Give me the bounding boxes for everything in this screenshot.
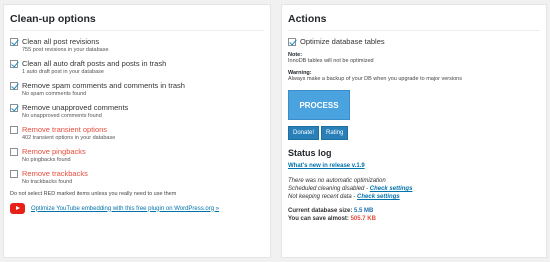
option-label: Remove trackbacks [22,169,88,178]
cleanup-title: Clean-up options [10,13,264,31]
scheduled-text: Scheduled cleaning disabled - [288,186,370,192]
option-text: Remove pingbacks No pingbacks found [22,147,86,163]
optimize-tables-option[interactable]: Optimize database tables [288,37,540,46]
cleanup-option[interactable]: Remove transient options 402 transient op… [10,125,264,141]
save-row: You can save almost: 505.7 KB [288,215,540,223]
save-label: You can save almost: [288,216,351,222]
warning-text: Always make a backup of your DB when you… [288,76,462,82]
option-label: Remove transient options [22,125,108,134]
cleanup-option[interactable]: Remove pingbacks No pingbacks found [10,147,264,163]
option-text: Remove trackbacks No trackbacks found [22,169,88,185]
red-items-warning: Do not select RED marked items unless yo… [10,191,177,197]
option-text: Remove transient options 402 transient op… [22,125,115,141]
option-description: 402 transient options in your database [22,135,116,141]
recent-data-text: Not keeping recent data - [288,194,358,200]
option-description: No unapproved comments found [22,113,102,119]
optimize-tables-label: Optimize database tables [300,37,385,46]
option-label: Remove unapproved comments [22,103,129,112]
cleanup-option[interactable]: Remove unapproved comments No unapproved … [10,103,264,119]
option-label: Remove pingbacks [22,147,86,156]
option-checkbox[interactable] [10,170,18,178]
cleanup-panel: Clean-up options Clean all post revision… [3,4,271,258]
option-text: Remove spam comments and comments in tra… [22,81,185,97]
db-size-value: 5.5 MB [354,208,374,214]
option-checkbox[interactable] [10,104,18,112]
actions-title: Actions [288,13,540,31]
status-line-recent-data: Not keeping recent data - Check settings [288,193,540,201]
option-label: Remove spam comments and comments in tra… [22,81,185,90]
optimize-tables-checkbox[interactable] [288,38,296,46]
option-description: 1 auto draft post in your database [22,69,104,75]
option-checkbox[interactable] [10,126,18,134]
cleanup-option[interactable]: Clean all post revisions 755 post revisio… [10,37,264,53]
cleanup-option[interactable]: Remove spam comments and comments in tra… [10,81,264,97]
cleanup-option[interactable]: Clean all auto draft posts and posts in … [10,59,264,75]
option-label: Clean all post revisions [22,37,100,46]
db-size-label: Current database size: [288,208,355,214]
recent-data-check-settings-link[interactable]: Check settings [357,194,400,200]
option-checkbox[interactable] [10,38,18,46]
option-description: No trackbacks found [22,179,73,185]
note-text: InnoDB tables will not be optimized [288,58,374,64]
option-text: Remove unapproved comments No unapproved … [22,103,128,119]
status-line-auto-opt: There was no automatic optimization [288,178,386,184]
youtube-icon [10,203,25,214]
option-checkbox[interactable] [10,148,18,156]
status-log-title: Status log [288,148,332,158]
save-value: 505.7 KB [350,216,376,222]
db-size-row: Current database size: 5.5 MB [288,207,540,215]
option-text: Clean all post revisions 755 post revisio… [22,37,109,53]
support-buttons: Donate! Rating [288,126,540,140]
option-description: No pingbacks found [22,157,71,163]
status-line-scheduled: Scheduled cleaning disabled - Check sett… [288,185,540,193]
actions-panel: Actions Optimize database tables Note: I… [281,4,547,258]
cleanup-options-list: Clean all post revisions 755 post revisio… [10,37,264,185]
option-checkbox[interactable] [10,60,18,68]
note-block: Note: InnoDB tables will not be optimize… [288,52,540,64]
option-checkbox[interactable] [10,82,18,90]
option-label: Clean all auto draft posts and posts in … [22,59,167,68]
cleanup-option[interactable]: Remove trackbacks No trackbacks found [10,169,264,185]
option-description: No spam comments found [22,91,87,97]
scheduled-check-settings-link[interactable]: Check settings [370,186,413,192]
process-button[interactable]: PROCESS [288,90,350,120]
donate-button[interactable]: Donate! [288,126,320,140]
youtube-promo: Optimize YouTube embedding with this fre… [10,203,264,214]
rating-button[interactable]: Rating [321,126,349,140]
whats-new-link[interactable]: What's new in release v.1.9 [288,163,540,169]
warning-block: Warning: Always make a backup of your DB… [288,70,540,82]
option-description: 755 post revisions in your database [22,47,109,53]
youtube-plugin-link[interactable]: Optimize YouTube embedding with this fre… [31,206,219,212]
option-text: Clean all auto draft posts and posts in … [22,59,166,75]
